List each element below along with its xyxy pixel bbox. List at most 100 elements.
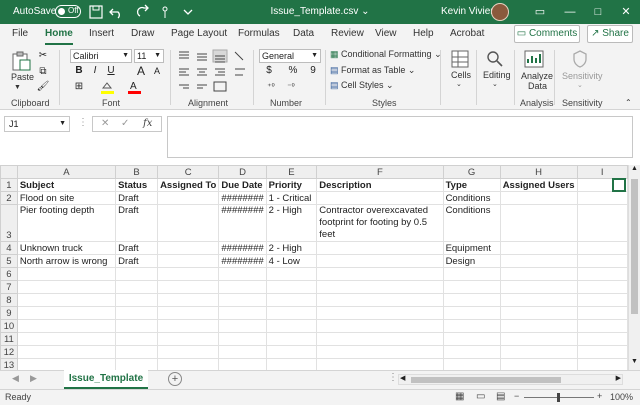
cells-icon[interactable] [450,49,470,69]
conditional-formatting-button[interactable]: ▦ Conditional Formatting ⌄ [330,49,442,60]
column-header[interactable]: I [576,165,628,179]
row-header[interactable]: 13 [0,358,18,370]
row-header[interactable]: 1 [0,178,18,192]
row-header[interactable]: 8 [0,293,18,307]
sheet-tab-issue-template[interactable]: Issue_Template [64,370,148,389]
tab-insert[interactable]: Insert [89,28,114,39]
analyze-data-label-2[interactable]: Data [528,81,547,91]
column-header[interactable]: F [316,165,444,179]
name-box[interactable]: J1 ▼ [4,116,70,132]
cell[interactable] [16,319,117,333]
editing-search-icon[interactable] [485,49,505,69]
cell[interactable] [442,293,501,307]
scroll-down-icon[interactable]: ▼ [631,358,638,365]
percent-button[interactable]: % [286,64,300,78]
cell[interactable]: 2 - High [265,204,318,242]
tab-page-layout[interactable]: Page Layout [171,28,227,39]
add-sheet-button[interactable]: + [168,372,182,386]
tab-help[interactable]: Help [413,28,434,39]
cell[interactable] [115,306,159,320]
cell[interactable]: Subject [16,178,117,192]
cell[interactable] [499,267,578,281]
font-name-select[interactable]: Calibri ▼ [70,49,132,63]
cell[interactable] [316,191,444,205]
cell[interactable] [157,293,220,307]
column-header[interactable]: C [157,165,220,179]
cells-chevron-icon[interactable]: ⌄ [456,80,462,88]
comments-button[interactable]: ▭ Comments [514,25,580,43]
cell[interactable] [115,267,159,281]
cell[interactable]: 2 - High [265,241,318,255]
increase-decimal-icon[interactable]: ⁺⁰ [264,80,278,94]
cell[interactable] [316,306,444,320]
tab-review[interactable]: Review [331,28,364,39]
cell[interactable] [218,306,267,320]
cell[interactable] [157,280,220,294]
column-header[interactable]: H [499,165,578,179]
editing-chevron-icon[interactable]: ⌄ [492,80,498,88]
format-as-table-button[interactable]: ▤ Format as Table ⌄ [330,65,415,76]
cancel-icon[interactable]: ✕ [101,118,109,129]
cell[interactable]: 4 - Low [265,254,318,268]
cell[interactable] [499,241,578,255]
cell[interactable]: Assigned Users [499,178,578,192]
cell[interactable] [499,254,578,268]
cell[interactable] [157,319,220,333]
row-header[interactable]: 10 [0,319,18,333]
cell[interactable] [265,358,318,370]
cell[interactable]: Draft [115,191,159,205]
cell[interactable]: Flood on site [16,191,117,205]
cell[interactable] [576,241,628,255]
cell[interactable] [576,345,628,359]
cell[interactable]: ######## [218,191,267,205]
vertical-scroll-thumb[interactable] [631,179,638,314]
cell[interactable] [115,358,159,370]
cell[interactable] [115,280,159,294]
row-header[interactable]: 5 [0,254,18,268]
cell[interactable] [16,345,117,359]
paste-chevron-icon[interactable]: ▼ [14,84,21,91]
cells-button[interactable]: Cells [451,70,471,80]
tab-file[interactable]: File [12,28,28,39]
avatar[interactable] [491,3,509,21]
tab-draw[interactable]: Draw [131,28,154,39]
cell[interactable] [442,358,501,370]
cell[interactable]: Contractor overexcavated footprint for f… [316,204,444,242]
row-header[interactable]: 6 [0,267,18,281]
paste-icon[interactable] [10,50,32,72]
grow-font-button[interactable]: A [134,64,148,78]
cell[interactable] [218,293,267,307]
cell[interactable] [265,293,318,307]
cell[interactable] [316,254,444,268]
horizontal-scrollbar[interactable]: ◀ ▶ [398,374,623,385]
cell[interactable]: ######## [218,204,267,242]
cell[interactable] [442,306,501,320]
cell[interactable] [218,319,267,333]
cell[interactable]: Conditions [442,191,501,205]
cell[interactable] [576,332,628,346]
chevron-down-icon[interactable]: ▼ [59,117,66,131]
italic-button[interactable]: I [88,64,102,78]
ribbon-display-icon[interactable]: ▭ [526,2,554,22]
minimize-button[interactable]: — [556,2,584,22]
cell[interactable] [115,345,159,359]
cell[interactable] [265,280,318,294]
cell[interactable] [576,191,628,205]
cell[interactable]: ######## [218,241,267,255]
scroll-right-icon[interactable]: ▶ [616,374,621,382]
cell[interactable]: Draft [115,254,159,268]
row-header[interactable]: 9 [0,306,18,320]
share-button[interactable]: ↗ Share [587,25,633,43]
cell[interactable] [576,319,628,333]
cell[interactable] [265,319,318,333]
horizontal-scroll-thumb[interactable] [411,377,561,383]
comma-style-button[interactable]: 9 [306,64,320,78]
cell[interactable] [499,345,578,359]
cell-styles-button[interactable]: ▤ Cell Styles ⌄ [330,80,394,91]
tab-formulas[interactable]: Formulas [238,28,280,39]
tab-data[interactable]: Data [293,28,314,39]
sensitivity-icon[interactable] [570,49,590,69]
cell[interactable] [442,280,501,294]
number-format-select[interactable]: General ▼ [259,49,321,63]
cell[interactable] [316,319,444,333]
